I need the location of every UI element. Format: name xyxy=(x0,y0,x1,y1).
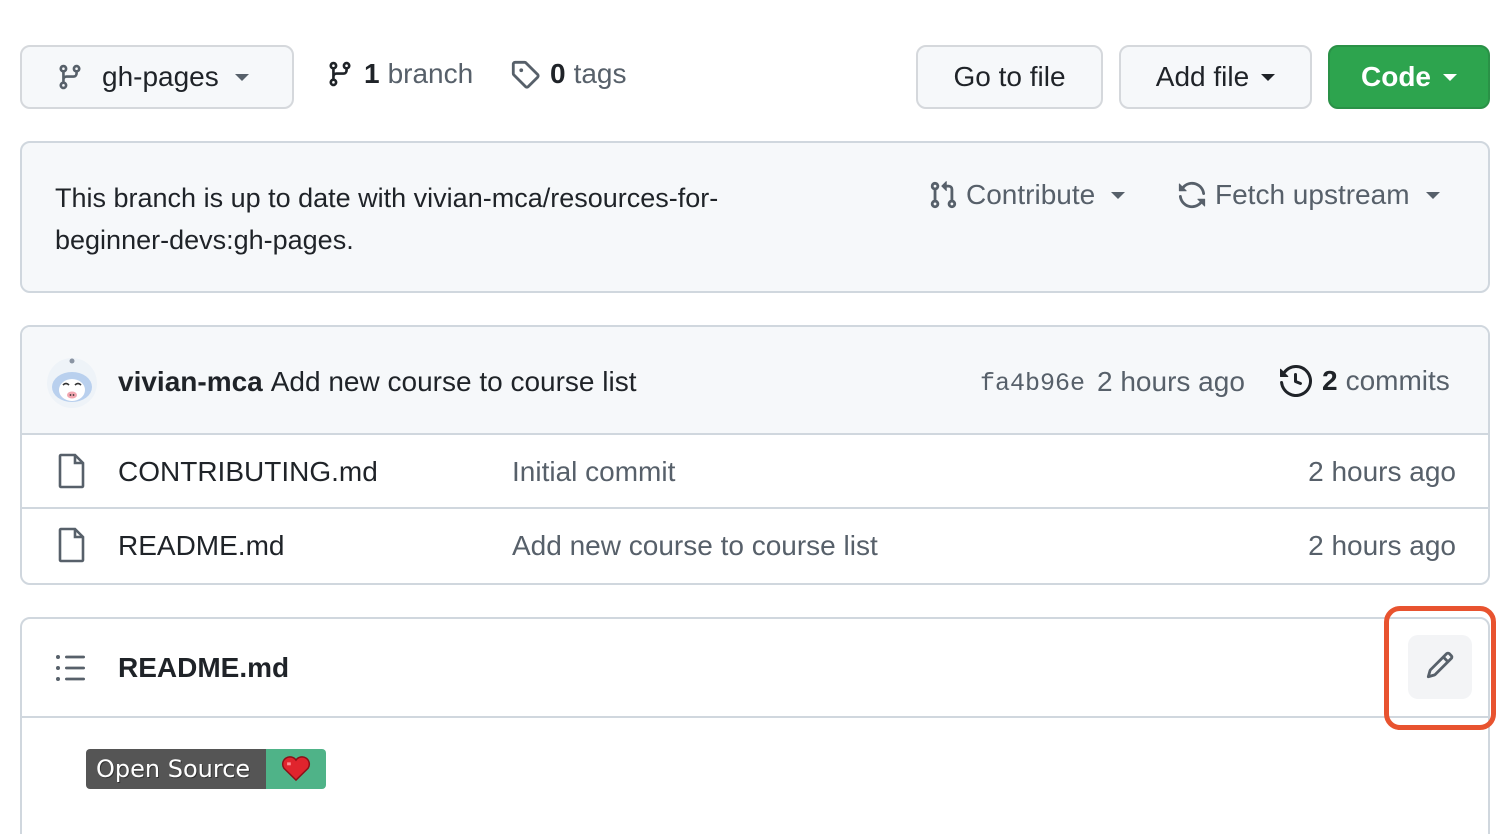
history-icon xyxy=(1280,365,1312,397)
tags-link[interactable]: 0 tags xyxy=(510,58,627,90)
file-commit-time: 2 hours ago xyxy=(1308,530,1456,561)
code-button[interactable]: Code xyxy=(1328,45,1490,109)
branch-name: gh-pages xyxy=(102,61,219,92)
tag-count: 0 xyxy=(550,58,566,89)
tag-label: tags xyxy=(573,58,627,89)
file-icon xyxy=(56,453,88,494)
chevron-down-icon xyxy=(234,73,249,81)
commits-history-link[interactable]: 2 commits xyxy=(1280,365,1450,397)
file-name-link[interactable]: README.md xyxy=(118,530,284,562)
chevron-down-icon xyxy=(1111,191,1126,199)
file-row: README.md Add new course to course list … xyxy=(22,509,1488,583)
go-to-file-button[interactable]: Go to file xyxy=(916,45,1103,109)
heart-icon xyxy=(266,749,327,789)
sync-icon xyxy=(1177,180,1207,210)
chevron-down-icon xyxy=(1261,73,1276,81)
readme-panel: README.md xyxy=(20,617,1490,834)
go-to-file-label: Go to file xyxy=(953,61,1066,92)
git-branch-icon xyxy=(56,63,84,91)
branch-select-button[interactable]: gh-pages xyxy=(20,45,294,109)
readme-title: README.md xyxy=(118,652,290,683)
file-commit-message-link[interactable]: Initial commit xyxy=(512,456,675,488)
file-name-link[interactable]: CONTRIBUTING.md xyxy=(118,456,378,488)
file-row: CONTRIBUTING.md Initial commit 2 hours a… xyxy=(22,435,1488,509)
avatar[interactable] xyxy=(46,357,98,409)
commit-time: 2 hours ago xyxy=(1097,366,1245,397)
fetch-upstream-label: Fetch upstream xyxy=(1215,179,1410,210)
chevron-down-icon xyxy=(1443,73,1457,81)
file-list: vivian-mca Add new course to course list … xyxy=(20,325,1490,585)
latest-commit-message: vivian-mca Add new course to course list xyxy=(118,366,637,398)
branch-label: branch xyxy=(387,58,474,89)
branches-link[interactable]: 1 branch xyxy=(326,58,473,90)
latest-commit-bar: vivian-mca Add new course to course list … xyxy=(22,327,1488,435)
commit-message-link[interactable]: Add new course to course list xyxy=(271,366,637,397)
branch-status-text: This branch is up to date with vivian-mc… xyxy=(55,183,719,255)
contribute-button[interactable]: Contribute xyxy=(928,179,1126,211)
contribute-label: Contribute xyxy=(966,179,1096,210)
file-icon xyxy=(56,527,88,568)
chevron-down-icon xyxy=(1425,191,1440,199)
list-unordered-icon[interactable] xyxy=(55,653,87,688)
fetch-upstream-button[interactable]: Fetch upstream xyxy=(1177,179,1440,211)
branch-count: 1 xyxy=(364,58,380,89)
add-file-button[interactable]: Add file xyxy=(1119,45,1312,109)
open-source-badge[interactable]: Open Source xyxy=(86,749,327,789)
badge-label: Open Source xyxy=(86,749,267,789)
readme-header: README.md xyxy=(22,619,1488,718)
commit-author-link[interactable]: vivian-mca xyxy=(118,366,263,397)
commit-label: commits xyxy=(1345,365,1450,396)
git-pull-request-icon xyxy=(928,180,958,210)
add-file-label: Add file xyxy=(1155,61,1250,92)
code-label: Code xyxy=(1361,61,1431,92)
tag-icon xyxy=(510,59,540,89)
file-commit-time: 2 hours ago xyxy=(1308,456,1456,487)
git-branch-icon xyxy=(326,60,354,88)
commit-sha-link[interactable]: fa4b96e xyxy=(980,369,1085,398)
file-commit-message-link[interactable]: Add new course to course list xyxy=(512,530,878,562)
commit-count: 2 xyxy=(1322,365,1338,396)
edit-button-highlight xyxy=(1384,606,1496,730)
branch-status-banner: This branch is up to date with vivian-mc… xyxy=(20,141,1490,293)
